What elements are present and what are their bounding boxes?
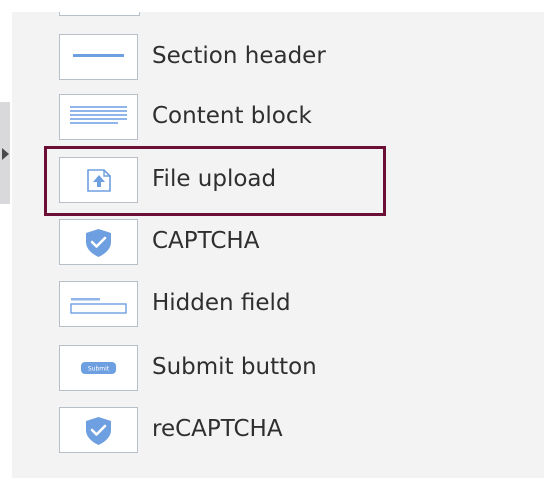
content-block-icon <box>59 94 138 140</box>
palette-item-submit-button[interactable]: Submit Submit button <box>0 345 520 395</box>
palette-item-hidden-field[interactable]: Hidden field <box>0 281 520 331</box>
palette-item-captcha[interactable]: CAPTCHA <box>0 219 520 269</box>
shield-icon <box>59 407 138 453</box>
shield-icon <box>59 219 138 265</box>
palette-item-recaptcha[interactable]: reCAPTCHA <box>0 407 520 457</box>
palette-item-label: Content block <box>152 103 312 129</box>
palette-item-label: reCAPTCHA <box>152 416 283 442</box>
section-header-icon <box>59 34 138 80</box>
palette-item-label: CAPTCHA <box>152 228 260 254</box>
selected-item-highlight <box>44 146 386 216</box>
palette-item-label: Submit button <box>152 354 317 380</box>
palette-item-label: Hidden field <box>152 290 291 316</box>
partially-visible-item[interactable] <box>59 12 140 16</box>
submit-button-icon: Submit <box>59 345 138 391</box>
palette-item-label: Section header <box>152 43 326 69</box>
palette-item-content-block[interactable]: Content block <box>0 94 520 144</box>
submit-icon-text: Submit <box>88 366 110 373</box>
hidden-field-icon <box>59 281 138 327</box>
palette-item-section-header[interactable]: Section header <box>0 34 520 84</box>
